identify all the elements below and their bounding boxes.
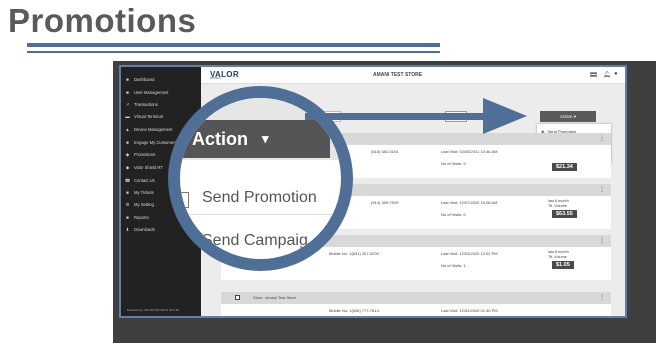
gear-icon: ⚙: [125, 201, 130, 207]
sidebar-item-label: My Tickets: [134, 190, 154, 195]
title-underline-thick: [27, 43, 440, 47]
device-icon: ▲: [125, 127, 130, 132]
terminal-icon: ▬: [125, 114, 130, 119]
sidebar-item-virtual-terminal[interactable]: ▬ Virtual Terminal: [125, 112, 163, 121]
logo-subtitle: PAYTECH: [210, 78, 221, 80]
sidebar-item-downloads[interactable]: ⬇ Downloads: [125, 225, 155, 234]
action-button-zoomed[interactable]: Action ▾: [180, 120, 330, 158]
ticket-icon: ■: [126, 190, 129, 195]
sidebar-item-reports[interactable]: ■ Reports: [125, 213, 149, 222]
sidebar-item-label: Valor Shield RT: [134, 165, 163, 170]
customer-phone: Mobile No: 1(631) 357-0200: [329, 251, 379, 256]
dashboard-icon: ■: [126, 77, 129, 82]
send-campaign-zoomed[interactable]: Send Campaig: [202, 232, 308, 250]
customer-last-visit: Last Visit: 12/03/2020 12:52 PM: [441, 251, 498, 256]
sidebar-item-contact-us[interactable]: ☎ Contact Us: [125, 176, 155, 185]
sidebar-item-label: User Management: [134, 90, 169, 95]
sidebar-item-engage-customers[interactable]: ■ Engage My Customers: [125, 138, 177, 147]
sidebar-item-label: Promotions: [134, 152, 156, 157]
more-options-icon[interactable]: ⋮: [599, 135, 605, 142]
customer-phone: (516) 582-0104: [371, 149, 399, 154]
download-icon: ⬇: [125, 226, 130, 232]
more-options-icon[interactable]: ⋮: [599, 237, 605, 244]
sidebar-item-label: Reports: [134, 215, 149, 220]
store-title: AMANI TEST STORE: [373, 72, 423, 78]
bell-icon[interactable]: 🔔︎: [603, 71, 611, 78]
slide-title: Promotions: [8, 2, 197, 39]
sidebar-item-dashboard[interactable]: ■ Dashboard: [125, 75, 155, 84]
customer-volume: $21.34: [552, 163, 577, 171]
sidebar-item-label: Transactions: [134, 102, 158, 107]
store-header: Store : Amani Test Store: [253, 295, 297, 300]
customer-phone: Mobile No: 1(646) 777-7614: [329, 308, 379, 313]
customer-phone: (914) 359-7529: [371, 200, 399, 205]
send-promotion-zoomed[interactable]: Send Promotion: [202, 189, 317, 207]
sidebar-item-label: Downloads: [134, 227, 155, 232]
card-checkbox[interactable]: [235, 295, 240, 300]
customer-last-visit: Last Visit: 02/05/2021 10:46 AM: [441, 149, 498, 154]
chevron-down-icon: ▾: [262, 131, 269, 146]
sidebar-item-valor-shield[interactable]: ◆ Valor Shield RT: [125, 163, 163, 172]
sidebar-item-my-setting[interactable]: ⚙ My Setting: [125, 200, 154, 209]
sidebar-item-label: Device Management: [134, 127, 173, 132]
more-options-icon[interactable]: ⋮: [599, 294, 605, 301]
volume-label-line2: Tit. Volume: [548, 255, 567, 259]
top-bar: VALOR PAYTECH AMANI TEST STORE 🔔︎ ●: [201, 67, 625, 84]
volume-label-line1: last 6 month: [548, 250, 569, 254]
sidebar-item-label: Dashboard: [134, 77, 155, 82]
title-underline-thin: [27, 51, 440, 53]
sidebar-item-transactions[interactable]: ↗ Transactions: [125, 100, 158, 109]
sidebar-item-user-management[interactable]: ■ User Management: [125, 88, 168, 97]
volume-label-line2: Tit. Volume: [548, 204, 567, 208]
action-zoom-label: Action: [192, 128, 248, 149]
sidebar-item-label: Contact Us: [134, 178, 155, 183]
shield-icon: ◆: [125, 164, 130, 170]
sidebar-footer: Powered by VALOR PAYTECH v8.1.35: [127, 308, 179, 312]
reports-icon: ■: [126, 215, 129, 220]
action-button[interactable]: Action ▾: [540, 111, 596, 122]
sidebar-item-label: Virtual Terminal: [134, 114, 163, 119]
volume-label: last 6 month Tit. Volume: [548, 199, 569, 209]
sidebar-item-promotions[interactable]: ◆ Promotions: [125, 150, 155, 159]
customer-visits: No of Visits: 1: [441, 263, 466, 268]
users-icon: ■: [126, 90, 129, 95]
volume-label-line1: last 6 month: [548, 199, 569, 203]
customer-visits: No of Visits: 9: [441, 161, 466, 166]
sidebar-item-device-management[interactable]: ▲ Device Management: [125, 125, 172, 134]
customer-last-visit: Last Visit: 12/07/2020 10:08 AM: [441, 200, 498, 205]
phone-icon: ☎: [124, 177, 131, 183]
engage-icon: ■: [126, 140, 129, 145]
user-icon[interactable]: ●: [614, 71, 618, 77]
callout-arrow-head: [483, 98, 527, 134]
transactions-icon: ↗: [125, 101, 130, 107]
promotions-icon: ◆: [125, 151, 130, 157]
customer-last-visit: Last Visit: 12/31/2020 01:40 PM: [441, 308, 498, 313]
sidebar-item-label: My Setting: [134, 202, 154, 207]
more-options-icon[interactable]: ⋮: [599, 186, 605, 193]
volume-label: last 6 month Tit. Volume: [548, 250, 569, 260]
checkbox-zoomed[interactable]: [180, 192, 189, 208]
customer-volume: $63.55: [552, 210, 577, 218]
us-flag-icon[interactable]: [590, 72, 597, 77]
customer-visits: No of Visits: 6: [441, 212, 466, 217]
sidebar-item-label: Engage My Customers: [134, 140, 177, 145]
customer-card: Mobile No: 1(646) 777-7614 Last Visit: 1…: [221, 304, 611, 316]
sidebar-item-my-tickets[interactable]: ■ My Tickets: [125, 188, 154, 197]
customer-card-header: Store : Amani Test Store ⋮: [221, 292, 611, 304]
menu-divider: [180, 214, 341, 215]
customer-volume: $1.05: [552, 261, 574, 269]
